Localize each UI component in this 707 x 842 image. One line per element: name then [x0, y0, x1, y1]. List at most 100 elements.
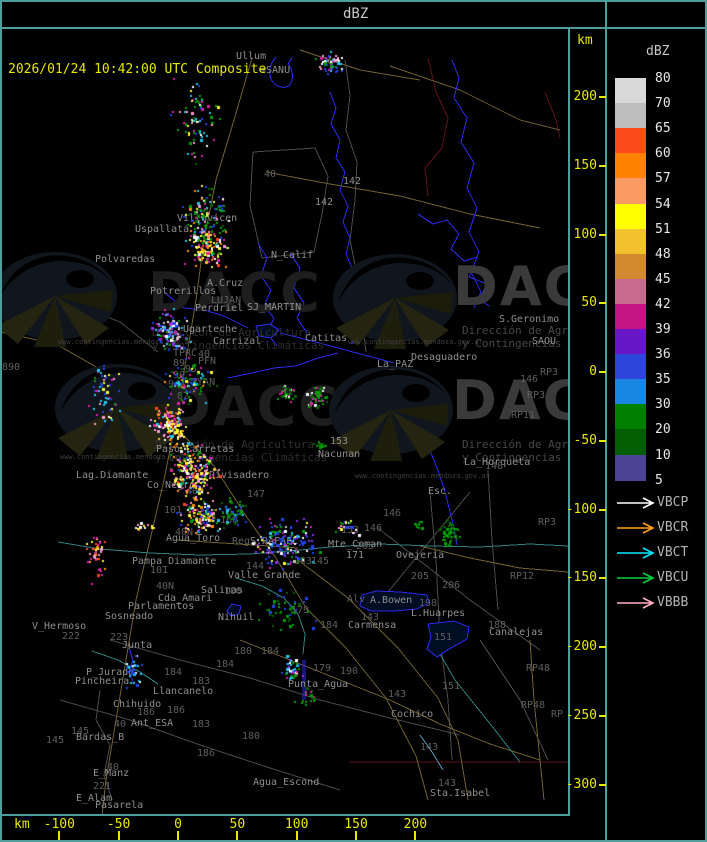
map-label: RP3 [538, 517, 557, 528]
title-bar: dBZ [0, 0, 707, 27]
map-label: SJ_MARTIN [247, 302, 302, 313]
scale-tick-label: 42 [655, 296, 671, 312]
map-label: Valle_Grande [228, 570, 301, 581]
y-axis-unit: km [577, 33, 593, 48]
map-label: Cochico [391, 709, 434, 720]
scale-tick-label: 51 [655, 221, 671, 237]
map-label: 147 [247, 489, 266, 500]
scale-tick-label: 10 [655, 447, 671, 463]
map-label: 183 [192, 719, 211, 730]
map-label: 145 [311, 556, 330, 567]
watermark-url: www.contingencias.mendoza.gov.ar [348, 338, 483, 346]
scale-block-57 [615, 178, 646, 205]
map-label: SAOU [532, 336, 557, 347]
scale-block-10 [615, 454, 646, 481]
y-tick-mark [599, 371, 606, 373]
x-tick-label: 100 [284, 817, 309, 832]
map-label: +TYAN [185, 377, 216, 388]
watermark-acronym: DACC [166, 375, 340, 438]
y-tick-mark [599, 714, 606, 717]
map-label: 94 [168, 379, 181, 390]
x-tick-label: -100 [43, 817, 75, 832]
map-label: RP3 [527, 390, 546, 401]
map-label: Polvaredas [95, 254, 156, 265]
y-tick-label: -50 [573, 432, 597, 448]
map-label: N_Calif [271, 250, 314, 261]
map-label: 89 [173, 358, 186, 369]
y-tick-label: 50 [581, 295, 597, 311]
watermark-url: www.contingencias.mendoza.gov.ar [355, 472, 490, 480]
map-label: Catitas [305, 333, 348, 344]
map-label: 171 [346, 550, 365, 561]
scale-tick-label: 39 [655, 322, 671, 337]
map-label: A.Bowen [370, 595, 413, 606]
map-label: Punta_Agua [288, 679, 349, 690]
map-label: 82 [177, 391, 190, 402]
map-label: Pasarela [95, 800, 144, 811]
arrow-icon [617, 547, 655, 559]
x-tick-mark [295, 831, 298, 840]
scale-block-45 [615, 278, 646, 305]
map-label: Ugarteche [183, 324, 238, 335]
map-label: S.Geronimo [499, 314, 560, 325]
map-bottom-border [0, 814, 570, 816]
legend-label-vbcu: VBCU [657, 570, 689, 585]
scale-block-80 [615, 78, 646, 104]
x-tick-label: 50 [229, 817, 246, 832]
x-tick-label: 0 [174, 817, 182, 832]
map-label: 153 [341, 525, 360, 536]
y-tick-label: 100 [573, 226, 597, 242]
y-tick-mark [599, 646, 606, 648]
scale-tick-label: 65 [655, 121, 671, 137]
map-label: Bardas_B [76, 732, 125, 743]
arrow-icon [617, 522, 655, 534]
map-label: Llancanelo [153, 686, 214, 697]
scale-tick-label: 35 [655, 372, 671, 388]
x-tick-label: 200 [403, 817, 428, 832]
map-label: 206 [442, 580, 461, 591]
dacc-logo-icon [2, 252, 117, 347]
x-tick-mark [236, 831, 239, 840]
map-label: 148 [485, 461, 504, 472]
x-tick-mark [355, 831, 358, 840]
map-label: 142 [315, 197, 334, 208]
map-label: 153 [330, 436, 349, 447]
map-label: PFN [198, 356, 217, 367]
map-label: 40N [156, 581, 175, 592]
y-tick-mark [599, 577, 606, 580]
map-label: 179 [313, 663, 332, 674]
map-label: 101 [150, 565, 169, 576]
map-right-border [568, 27, 570, 816]
map-label: 40 [264, 169, 277, 180]
map-label: 184 [164, 667, 183, 678]
map-label: Villavicen [177, 213, 238, 224]
map-label: 184 [320, 620, 339, 631]
scale-tick-label: 20 [655, 422, 671, 438]
map-label: Alv [347, 594, 366, 605]
scale-title: dBZ [646, 44, 670, 59]
watermark-acronym: DACC [453, 255, 568, 318]
map-label: Nacunan [318, 449, 361, 460]
scale-block-35 [615, 379, 646, 406]
scale-block-36 [615, 354, 646, 381]
scale-tick-label: 54 [655, 196, 671, 212]
map-label: 190 [340, 666, 359, 677]
map-label: RP12 [510, 571, 535, 582]
scale-block-42 [615, 303, 646, 330]
x-tick-mark [177, 831, 179, 840]
page-title: dBZ [343, 6, 369, 22]
map-label: 180 [224, 586, 243, 597]
map-label: Pampa_Diamante [132, 556, 217, 567]
map-label: 221 [93, 781, 112, 792]
scale-block-30 [615, 404, 646, 431]
scale-block-48 [615, 253, 646, 280]
map-label: 146 [383, 508, 402, 519]
map-label: 179 [291, 605, 310, 616]
map-label: 186 [167, 705, 186, 716]
scale-tick-label: 80 [655, 71, 671, 86]
map-label: 143 [294, 556, 313, 567]
map-label: 142 [343, 176, 362, 187]
map-label: 184 [261, 646, 280, 657]
watermark-url: www.contingencias.mendoza.gov.ar [58, 338, 193, 346]
map-label: A.Cruz [207, 278, 244, 289]
